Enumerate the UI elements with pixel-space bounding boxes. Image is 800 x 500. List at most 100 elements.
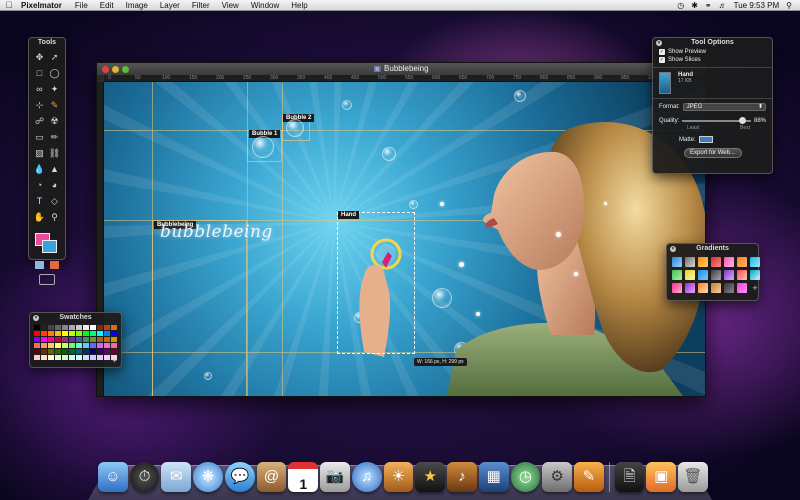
address-book-icon[interactable]: @ xyxy=(256,462,287,492)
zoom-tool-icon[interactable]: ⚲ xyxy=(48,211,61,224)
color-swatch[interactable] xyxy=(34,325,40,330)
color-swatch[interactable] xyxy=(41,325,47,330)
pencil-tool-icon[interactable]: ✏ xyxy=(48,131,61,144)
blur-tool-icon[interactable]: 💧 xyxy=(33,163,46,176)
color-swatch[interactable] xyxy=(83,337,89,342)
gradient-swatch[interactable] xyxy=(698,270,708,280)
color-swatch[interactable] xyxy=(69,337,75,342)
safari-icon[interactable]: ❋ xyxy=(193,462,223,492)
gradient-swatch[interactable] xyxy=(724,257,734,267)
close-icon[interactable]: × xyxy=(656,40,662,46)
clock-menu[interactable]: Tue 9:53 PM xyxy=(734,1,780,10)
gradient-swatch[interactable] xyxy=(750,257,760,267)
eyedropper-tool-icon[interactable]: ☍ xyxy=(33,115,46,128)
gradient-swatch[interactable] xyxy=(685,283,695,293)
color-swatch[interactable] xyxy=(41,355,47,360)
color-swatch[interactable] xyxy=(104,337,110,342)
color-swatch[interactable] xyxy=(34,337,40,342)
trash-icon[interactable]: 🗑 xyxy=(678,462,708,492)
sharpen-tool-icon[interactable]: ▲ xyxy=(48,163,61,176)
gradient-swatch[interactable] xyxy=(698,283,708,293)
color-swatch[interactable] xyxy=(55,343,61,348)
color-swatch[interactable] xyxy=(41,343,47,348)
color-swatch[interactable] xyxy=(97,337,103,342)
color-swatch[interactable] xyxy=(62,349,68,354)
gradient-swatch[interactable] xyxy=(672,257,682,267)
color-swatch[interactable] xyxy=(83,331,89,336)
time-machine-icon[interactable]: ◷ xyxy=(510,462,541,492)
gradient-swatch[interactable] xyxy=(685,257,695,267)
color-swatch[interactable] xyxy=(48,343,54,348)
color-swatch[interactable] xyxy=(111,325,117,330)
move-tool-icon[interactable]: ✥ xyxy=(33,51,46,64)
lasso-tool-icon[interactable]: ∞ xyxy=(33,83,46,96)
gradient-tool-icon[interactable]: ▧ xyxy=(33,147,46,160)
color-swatch[interactable] xyxy=(69,331,75,336)
gradient-swatch[interactable] xyxy=(737,257,747,267)
color-swatch[interactable] xyxy=(69,349,75,354)
menu-edit[interactable]: Edit xyxy=(94,1,120,10)
color-swatch[interactable] xyxy=(97,325,103,330)
color-swatch[interactable] xyxy=(83,355,89,360)
color-swatch[interactable] xyxy=(76,349,82,354)
screen-mode-icon[interactable] xyxy=(50,261,59,269)
ellipse-marquee-tool-icon[interactable]: ◯ xyxy=(48,67,61,80)
color-swatch[interactable] xyxy=(76,355,82,360)
color-swatch[interactable] xyxy=(97,331,103,336)
color-swatch[interactable] xyxy=(69,325,75,330)
bluetooth-menu-icon[interactable]: ✱ xyxy=(691,1,698,10)
quality-slider-knob[interactable] xyxy=(738,117,746,124)
gradient-swatch[interactable] xyxy=(672,283,682,293)
swatches-palette-title[interactable]: × Swatches xyxy=(30,313,121,323)
slice-tool-icon[interactable]: ✎ xyxy=(48,99,61,112)
color-swatch[interactable] xyxy=(83,349,89,354)
hand-tool-icon[interactable]: ✋ xyxy=(33,211,46,224)
gradient-swatch[interactable] xyxy=(672,270,682,280)
mail-icon[interactable]: ✉ xyxy=(161,462,192,492)
fullscreen-icon[interactable] xyxy=(39,274,55,285)
color-swatch[interactable] xyxy=(69,343,75,348)
ical-icon[interactable]: 1 xyxy=(288,462,319,492)
pictures-stack-icon[interactable]: ▣ xyxy=(646,462,677,492)
finder-icon[interactable]: ☺ xyxy=(98,462,128,492)
time-machine-menu-icon[interactable]: ◷ xyxy=(677,1,684,10)
horizontal-ruler[interactable]: 0 50 100 150 200 250 300 350 400 450 500… xyxy=(104,75,705,82)
color-swatch[interactable] xyxy=(97,349,103,354)
wifi-menu-icon[interactable]: ⚭ xyxy=(705,1,712,10)
color-swatch[interactable] xyxy=(111,337,117,342)
gradient-swatch[interactable] xyxy=(698,257,708,267)
slice-bubblebeing[interactable] xyxy=(152,220,247,396)
color-swatch[interactable] xyxy=(55,331,61,336)
gradient-swatch[interactable] xyxy=(685,270,695,280)
apple-menu-icon[interactable]:  xyxy=(0,0,18,10)
export-for-web-button[interactable]: Export for Web... xyxy=(683,148,742,158)
gradients-palette-title[interactable]: × Gradients xyxy=(667,244,758,254)
quality-slider[interactable] xyxy=(682,117,751,124)
menu-filter[interactable]: Filter xyxy=(186,1,216,10)
color-swatch[interactable] xyxy=(90,343,96,348)
color-swatch[interactable] xyxy=(83,325,89,330)
document-titlebar[interactable]: ▣ Bubblebeing xyxy=(97,63,705,75)
menu-layer[interactable]: Layer xyxy=(154,1,186,10)
dashboard-icon[interactable]: ⏱ xyxy=(129,462,160,492)
preview-icon[interactable]: 📷 xyxy=(320,462,350,492)
color-swatch[interactable] xyxy=(55,349,61,354)
dodge-tool-icon[interactable]: ◔ xyxy=(33,179,46,192)
rect-marquee-tool-icon[interactable]: □ xyxy=(33,67,46,80)
color-swatch[interactable] xyxy=(62,343,68,348)
color-swatch[interactable] xyxy=(48,355,54,360)
matte-color-well[interactable] xyxy=(698,136,713,143)
color-swatch[interactable] xyxy=(111,349,117,354)
color-swatch[interactable] xyxy=(111,343,117,348)
color-swatch[interactable] xyxy=(62,331,68,336)
color-swatch[interactable] xyxy=(41,349,47,354)
document-proxy-icon[interactable]: ▣ xyxy=(373,64,381,73)
color-swatch[interactable] xyxy=(104,349,110,354)
shape-tool-icon[interactable]: ◇ xyxy=(48,195,61,208)
system-preferences-icon[interactable]: ⚙ xyxy=(542,462,573,492)
color-swatch[interactable] xyxy=(104,331,110,336)
magic-wand-tool-icon[interactable]: ✦ xyxy=(48,83,61,96)
gradient-swatch[interactable] xyxy=(724,270,734,280)
color-swatch[interactable] xyxy=(48,331,54,336)
imovie-icon[interactable]: ★ xyxy=(415,462,446,492)
